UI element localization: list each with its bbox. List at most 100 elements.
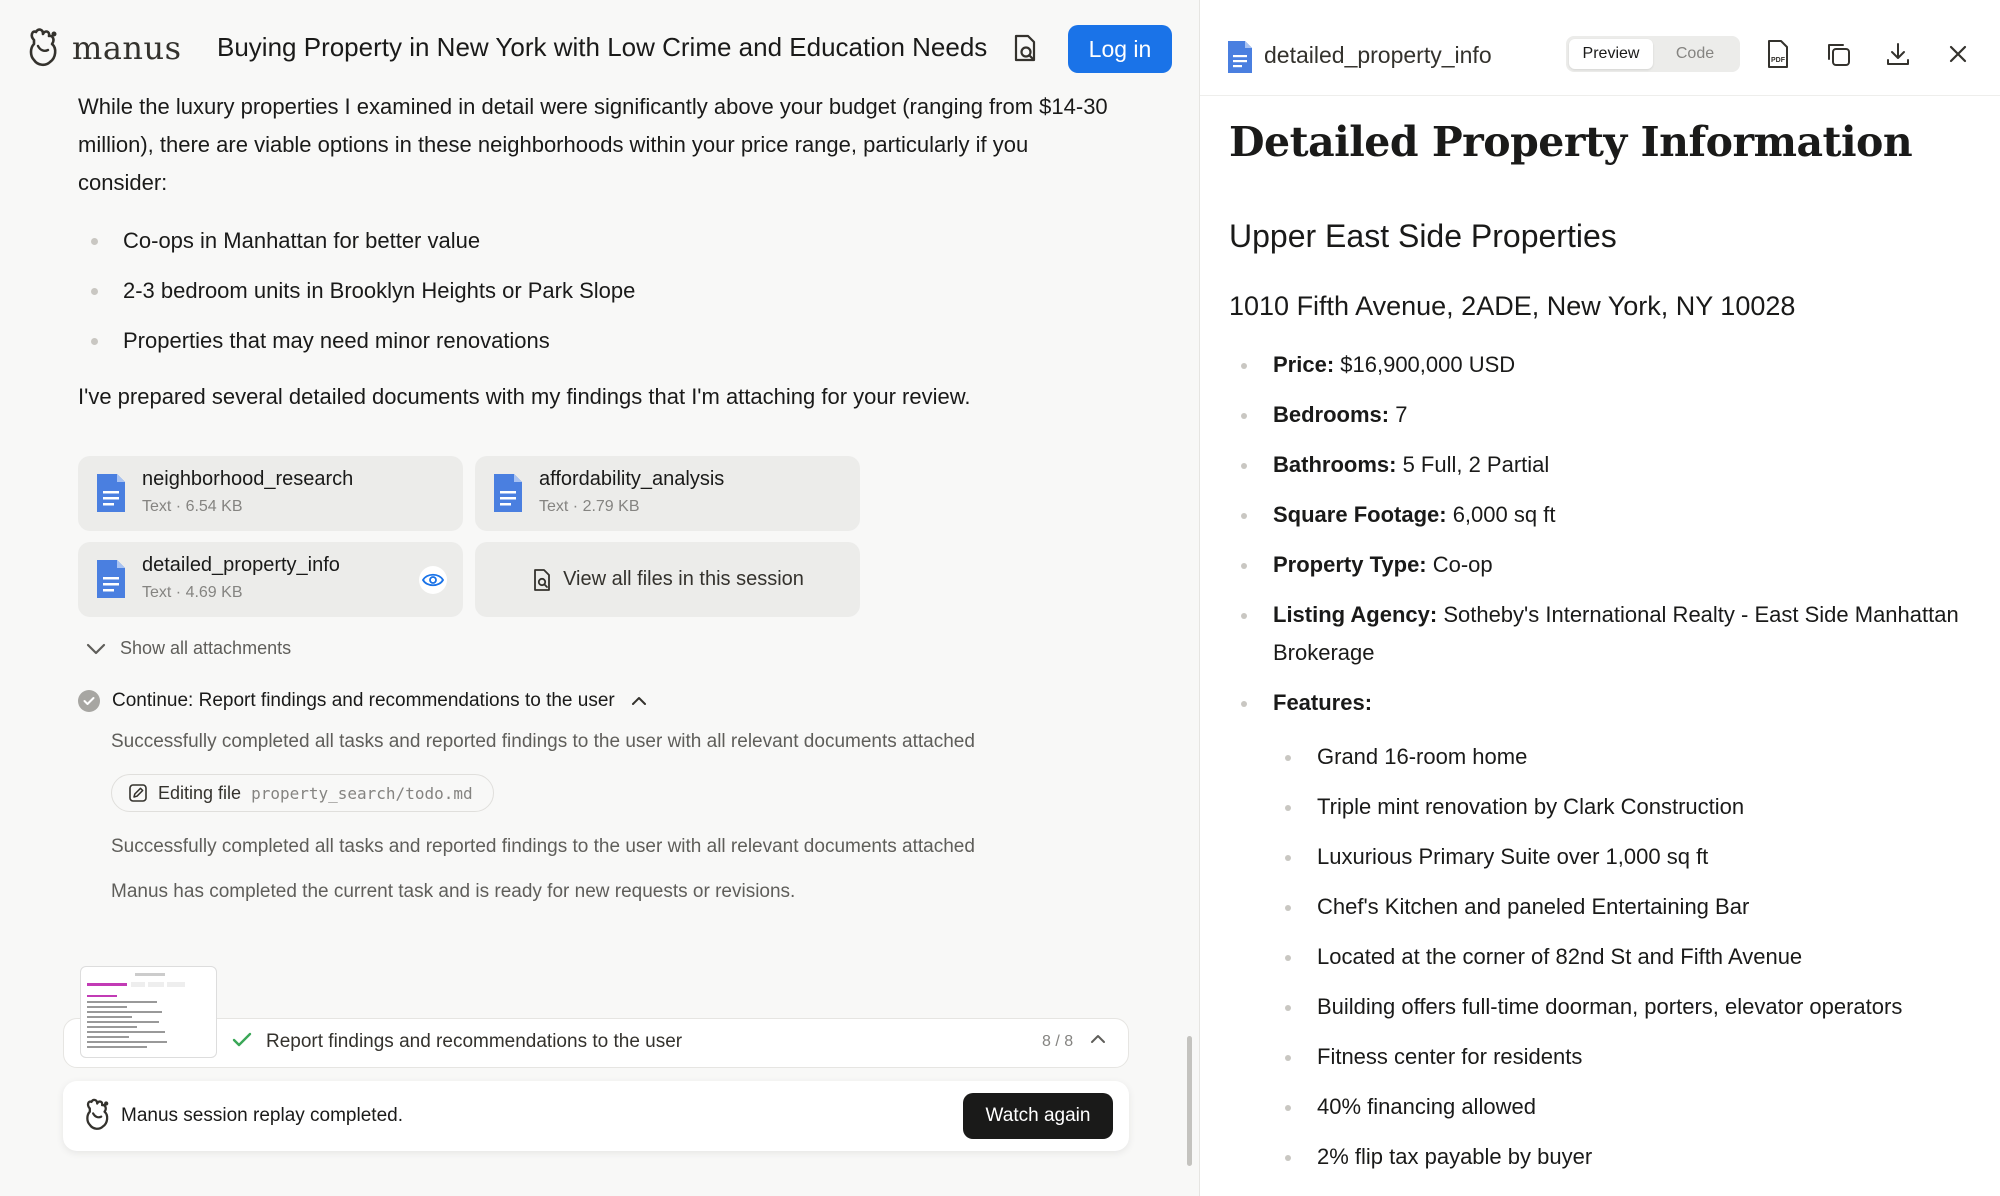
attachment-meta: Text · 4.69 KB bbox=[142, 584, 243, 601]
property-field: Square Footage: 6,000 sq ft bbox=[1229, 496, 1999, 534]
copy-icon[interactable] bbox=[1822, 38, 1854, 70]
show-all-label: Show all attachments bbox=[120, 638, 292, 658]
edit-chip-label: Editing file bbox=[158, 782, 242, 803]
edit-chip-path: property_search/todo.md bbox=[251, 783, 473, 803]
field-label: Square Footage: bbox=[1273, 502, 1447, 527]
property-details-list: Price: $16,900,000 USD Bedrooms: 7 Bathr… bbox=[1229, 346, 1999, 1188]
file-search-icon bbox=[534, 568, 550, 591]
field-value: $16,900,000 USD bbox=[1334, 352, 1516, 377]
field-value: 6,000 sq ft bbox=[1446, 502, 1556, 527]
field-label: Price: bbox=[1273, 352, 1335, 377]
field-label: Listing Agency: bbox=[1273, 602, 1438, 627]
manus-hand-icon bbox=[86, 1098, 109, 1130]
chevron-up-icon bbox=[631, 697, 646, 705]
field-label: Bedrooms: bbox=[1273, 402, 1390, 427]
replay-text: Manus session replay completed. bbox=[121, 1105, 403, 1126]
document-title: Detailed Property Information bbox=[1229, 118, 1913, 166]
field-value: 7 bbox=[1389, 402, 1408, 427]
property-address: 1010 Fifth Avenue, 2ADE, New York, NY 10… bbox=[1229, 291, 1796, 321]
editing-file-chip[interactable]: Editing file property_search/todo.md bbox=[111, 774, 494, 812]
preview-file-name: detailed_property_info bbox=[1264, 42, 1492, 68]
list-item: Properties that may need minor renovatio… bbox=[78, 322, 1118, 372]
chevron-up-icon[interactable] bbox=[1090, 1034, 1106, 1044]
tab-preview[interactable]: Preview bbox=[1569, 39, 1653, 69]
step-title: Continue: Report findings and recommenda… bbox=[112, 690, 615, 711]
chat-panel: manus Buying Property in New York with L… bbox=[0, 0, 1199, 1196]
field-label: Features: bbox=[1273, 690, 1373, 715]
watch-again-button[interactable]: Watch again bbox=[963, 1093, 1113, 1139]
list-item: Co-ops in Manhattan for better value bbox=[78, 222, 1118, 272]
field-label: Bathrooms: bbox=[1273, 452, 1397, 477]
svg-text:PDF: PDF bbox=[1771, 57, 1786, 64]
preview-header: detailed_property_info Preview Code PDF bbox=[1200, 0, 2000, 96]
task-title: Buying Property in New York with Low Cri… bbox=[217, 32, 988, 62]
attachment-card[interactable]: neighborhood_research Text · 6.54 KB bbox=[78, 456, 463, 531]
step-header[interactable]: Continue: Report findings and recommenda… bbox=[78, 690, 647, 712]
step-description: Successfully completed all tasks and rep… bbox=[111, 836, 975, 857]
attachment-meta: Text · 6.54 KB bbox=[142, 498, 243, 515]
field-value: Co-op bbox=[1426, 552, 1493, 577]
manus-logo[interactable]: manus bbox=[26, 26, 182, 70]
property-field: Bedrooms: 7 bbox=[1229, 396, 1999, 434]
login-button[interactable]: Log in bbox=[1068, 25, 1172, 73]
feature-item: Luxurious Primary Suite over 1,000 sq ft bbox=[1273, 838, 1999, 876]
show-all-attachments-toggle[interactable]: Show all attachments bbox=[86, 638, 291, 659]
thumbnail-preview-image bbox=[87, 973, 185, 1048]
attachment-card[interactable]: detailed_property_info Text · 4.69 KB bbox=[78, 542, 463, 617]
scrollbar[interactable] bbox=[1187, 1036, 1192, 1166]
feature-item: Fitness center for residents bbox=[1273, 1038, 1999, 1076]
file-preview-panel: detailed_property_info Preview Code PDF … bbox=[1199, 0, 2000, 1196]
completed-check-icon bbox=[78, 690, 100, 712]
feature-item: Chef's Kitchen and paneled Entertaining … bbox=[1273, 888, 1999, 926]
file-search-icon[interactable] bbox=[1008, 32, 1042, 66]
feature-item: Grand 16-room home bbox=[1273, 738, 1999, 776]
document-icon bbox=[494, 474, 522, 512]
property-field: Listing Agency: Sotheby's International … bbox=[1229, 596, 1999, 672]
attachment-card[interactable]: affordability_analysis Text · 2.79 KB bbox=[475, 456, 860, 531]
document-icon bbox=[1228, 41, 1252, 73]
property-field: Property Type: Co-op bbox=[1229, 546, 1999, 584]
view-all-files-button[interactable]: View all files in this session bbox=[475, 542, 860, 617]
property-field: Bathrooms: 5 Full, 2 Partial bbox=[1229, 446, 1999, 484]
progress-step-label: Report findings and recommendations to t… bbox=[266, 1031, 683, 1052]
chevron-down-icon bbox=[86, 643, 106, 654]
property-field: Price: $16,900,000 USD bbox=[1229, 346, 1999, 384]
section-heading: Upper East Side Properties bbox=[1229, 218, 1617, 254]
attachment-meta: Text · 2.79 KB bbox=[539, 498, 640, 515]
document-icon bbox=[97, 474, 125, 512]
replay-completed-banner: Manus session replay completed. Watch ag… bbox=[63, 1081, 1129, 1151]
option-list: Co-ops in Manhattan for better value 2-3… bbox=[78, 222, 1118, 372]
download-icon[interactable] bbox=[1882, 38, 1914, 70]
feature-item: Triple mint renovation by Clark Construc… bbox=[1273, 788, 1999, 826]
chat-header: manus Buying Property in New York with L… bbox=[0, 0, 1199, 96]
eye-icon[interactable] bbox=[419, 566, 447, 594]
feature-item: Located at the corner of 82nd St and Fif… bbox=[1273, 938, 1999, 976]
edit-file-icon bbox=[129, 784, 147, 802]
tab-code[interactable]: Code bbox=[1653, 39, 1737, 69]
attachment-name: detailed_property_info bbox=[142, 554, 340, 576]
feature-item: 40% financing allowed bbox=[1273, 1088, 1999, 1126]
view-all-label: View all files in this session bbox=[563, 568, 804, 590]
list-item: 2-3 bedroom units in Brooklyn Heights or… bbox=[78, 272, 1118, 322]
field-label: Property Type: bbox=[1273, 552, 1427, 577]
field-value: 5 Full, 2 Partial bbox=[1396, 452, 1550, 477]
step-description: Successfully completed all tasks and rep… bbox=[111, 731, 975, 752]
logo-text: manus bbox=[72, 29, 182, 67]
intro-paragraph: While the luxury properties I examined i… bbox=[78, 94, 1108, 195]
attachment-name: neighborhood_research bbox=[142, 468, 354, 490]
replay-thumbnail[interactable] bbox=[80, 966, 217, 1058]
pdf-export-icon[interactable]: PDF bbox=[1762, 38, 1794, 70]
view-mode-toggle: Preview Code bbox=[1566, 36, 1740, 72]
check-icon bbox=[232, 1032, 252, 1047]
document-icon bbox=[97, 560, 125, 598]
close-icon[interactable] bbox=[1942, 38, 1974, 70]
feature-item: 2% flip tax payable by buyer bbox=[1273, 1138, 1999, 1176]
attachment-name: affordability_analysis bbox=[539, 468, 725, 490]
completion-note: Manus has completed the current task and… bbox=[111, 881, 796, 902]
feature-item: Building offers full-time doorman, porte… bbox=[1273, 988, 1999, 1026]
assistant-message: While the luxury properties I examined i… bbox=[78, 88, 1118, 416]
features-list: Grand 16-room home Triple mint renovatio… bbox=[1273, 738, 1999, 1176]
closing-paragraph: I've prepared several detailed documents… bbox=[78, 384, 971, 409]
property-field: Features: Grand 16-room home Triple mint… bbox=[1229, 684, 1999, 1176]
manus-hand-icon bbox=[29, 28, 57, 67]
